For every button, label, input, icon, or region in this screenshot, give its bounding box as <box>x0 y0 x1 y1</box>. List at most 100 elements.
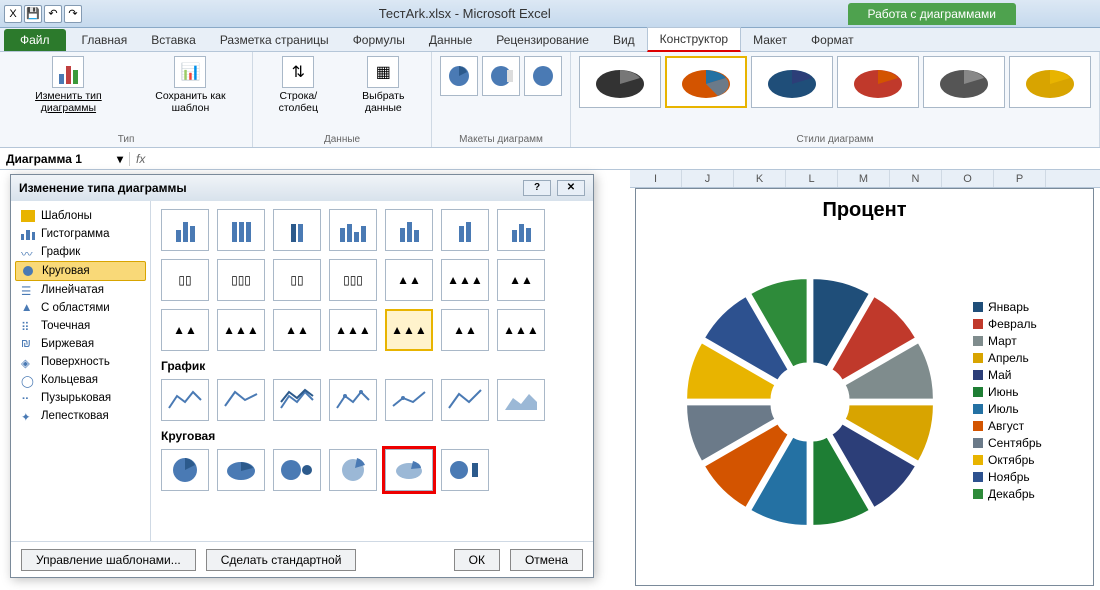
pyramid-chart-thumb[interactable]: ▲▲▲ <box>329 309 377 351</box>
line-chart-thumb[interactable] <box>329 379 377 421</box>
bar-of-pie-thumb[interactable] <box>441 449 489 491</box>
cat-stock[interactable]: ₪Биржевая <box>15 335 146 353</box>
col-header[interactable]: M <box>838 170 890 187</box>
legend-swatch <box>973 404 983 414</box>
cat-area[interactable]: ▲С областями <box>15 299 146 317</box>
ok-button[interactable]: ОК <box>454 549 500 571</box>
column-chart-thumb[interactable] <box>497 209 545 251</box>
section-pie: Круговая <box>161 429 583 443</box>
tab-design[interactable]: Конструктор <box>647 27 741 52</box>
line-chart-thumb[interactable] <box>441 379 489 421</box>
undo-icon[interactable]: ↶ <box>44 5 62 23</box>
column-chart-thumb[interactable] <box>161 209 209 251</box>
cone-chart-thumb[interactable]: ▲▲▲ <box>441 259 489 301</box>
save-icon[interactable]: 💾 <box>24 5 42 23</box>
tab-file[interactable]: Файл <box>4 29 66 51</box>
column-chart-thumb[interactable] <box>329 209 377 251</box>
tab-view[interactable]: Вид <box>601 29 647 51</box>
tab-format[interactable]: Формат <box>799 29 866 51</box>
style-thumb[interactable] <box>1009 56 1091 108</box>
pie-chart <box>646 252 973 552</box>
tab-layout[interactable]: Макет <box>741 29 799 51</box>
tab-page-layout[interactable]: Разметка страницы <box>208 29 341 51</box>
switch-row-column-button[interactable]: ⇅ Строка/столбец <box>261 56 336 114</box>
cat-surface[interactable]: ◈Поверхность <box>15 353 146 371</box>
change-chart-type-button[interactable]: Изменить тип диаграммы <box>8 56 129 114</box>
cat-line[interactable]: 〰График <box>15 243 146 261</box>
style-thumb-selected[interactable] <box>665 56 747 108</box>
cone-chart-thumb[interactable]: ▲▲ <box>497 259 545 301</box>
col-header[interactable]: N <box>890 170 942 187</box>
select-data-button[interactable]: ▦ Выбрать данные <box>344 56 423 114</box>
cat-bar[interactable]: ☰Линейчатая <box>15 281 146 299</box>
cone-chart-thumb[interactable]: ▲▲ <box>385 259 433 301</box>
legend-swatch <box>973 455 983 465</box>
col-header[interactable]: P <box>994 170 1046 187</box>
pyramid-chart-thumb[interactable]: ▲▲▲ <box>385 309 433 351</box>
pyramid-chart-thumb[interactable]: ▲▲▲ <box>497 309 545 351</box>
line-chart-thumb[interactable] <box>273 379 321 421</box>
layout-thumb[interactable] <box>524 56 562 96</box>
col-header[interactable]: O <box>942 170 994 187</box>
help-icon[interactable]: ? <box>523 180 551 196</box>
column-chart-thumb[interactable] <box>441 209 489 251</box>
cylinder-chart-thumb[interactable]: ▯▯ <box>273 259 321 301</box>
cat-templates[interactable]: Шаблоны <box>15 207 146 225</box>
cat-column[interactable]: Гистограмма <box>15 225 146 243</box>
column-chart-thumb[interactable] <box>217 209 265 251</box>
exploded-pie-thumb[interactable] <box>329 449 377 491</box>
style-thumb[interactable] <box>751 56 833 108</box>
pie3d-chart-thumb[interactable] <box>217 449 265 491</box>
cat-scatter[interactable]: ⠿Точечная <box>15 317 146 335</box>
cat-bubble[interactable]: ⠒Пузырьковая <box>15 389 146 407</box>
cat-pie[interactable]: Круговая <box>15 261 146 281</box>
column-chart-thumb[interactable] <box>385 209 433 251</box>
col-header[interactable]: L <box>786 170 838 187</box>
redo-icon[interactable]: ↷ <box>64 5 82 23</box>
pie-chart-thumb[interactable] <box>161 449 209 491</box>
cylinder-chart-thumb[interactable]: ▯▯ <box>161 259 209 301</box>
chevron-down-icon[interactable]: ▾ <box>117 152 123 166</box>
tab-home[interactable]: Главная <box>70 29 140 51</box>
line-chart-thumb[interactable] <box>161 379 209 421</box>
tab-review[interactable]: Рецензирование <box>484 29 601 51</box>
style-thumb[interactable] <box>579 56 661 108</box>
manage-templates-button[interactable]: Управление шаблонами... <box>21 549 196 571</box>
cancel-button[interactable]: Отмена <box>510 549 583 571</box>
cat-doughnut[interactable]: ◯Кольцевая <box>15 371 146 389</box>
column-chart-thumb[interactable] <box>273 209 321 251</box>
tab-insert[interactable]: Вставка <box>139 29 208 51</box>
legend-item: Март <box>973 334 1083 348</box>
line-chart-thumb[interactable] <box>217 379 265 421</box>
tab-data[interactable]: Данные <box>417 29 484 51</box>
tab-formulas[interactable]: Формулы <box>341 29 417 51</box>
pie-of-pie-thumb[interactable] <box>273 449 321 491</box>
pyramid-chart-thumb[interactable]: ▲▲▲ <box>217 309 265 351</box>
save-as-template-button[interactable]: 📊 Сохранить как шаблон <box>137 56 244 114</box>
embedded-chart[interactable]: Процент ЯнварьФевральМартАпрельМайИюньИю… <box>635 188 1094 586</box>
close-icon[interactable]: ✕ <box>557 180 585 196</box>
col-header[interactable]: K <box>734 170 786 187</box>
group-chart-layouts: Макеты диаграмм <box>432 52 571 147</box>
layout-thumb[interactable] <box>440 56 478 96</box>
set-default-button[interactable]: Сделать стандартной <box>206 549 357 571</box>
pyramid-chart-thumb[interactable]: ▲▲ <box>161 309 209 351</box>
switch-icon: ⇅ <box>282 56 314 88</box>
legend-item: Апрель <box>973 351 1083 365</box>
style-thumb[interactable] <box>837 56 919 108</box>
col-header[interactable]: J <box>682 170 734 187</box>
cylinder-chart-thumb[interactable]: ▯▯▯ <box>329 259 377 301</box>
style-thumb[interactable] <box>923 56 1005 108</box>
pyramid-chart-thumb[interactable]: ▲▲ <box>273 309 321 351</box>
line-chart-thumb[interactable] <box>497 379 545 421</box>
line-chart-thumb[interactable] <box>385 379 433 421</box>
legend-item: Август <box>973 419 1083 433</box>
cylinder-chart-thumb[interactable]: ▯▯▯ <box>217 259 265 301</box>
exploded-pie3d-thumb-highlighted[interactable] <box>385 449 433 491</box>
pyramid-chart-thumb[interactable]: ▲▲ <box>441 309 489 351</box>
name-box[interactable]: Диаграмма 1▾ <box>0 152 130 166</box>
col-header[interactable]: I <box>630 170 682 187</box>
chart-tools-contextual-tab: Работа с диаграммами <box>848 3 1017 25</box>
cat-radar[interactable]: ✦Лепестковая <box>15 407 146 425</box>
layout-thumb[interactable] <box>482 56 520 96</box>
